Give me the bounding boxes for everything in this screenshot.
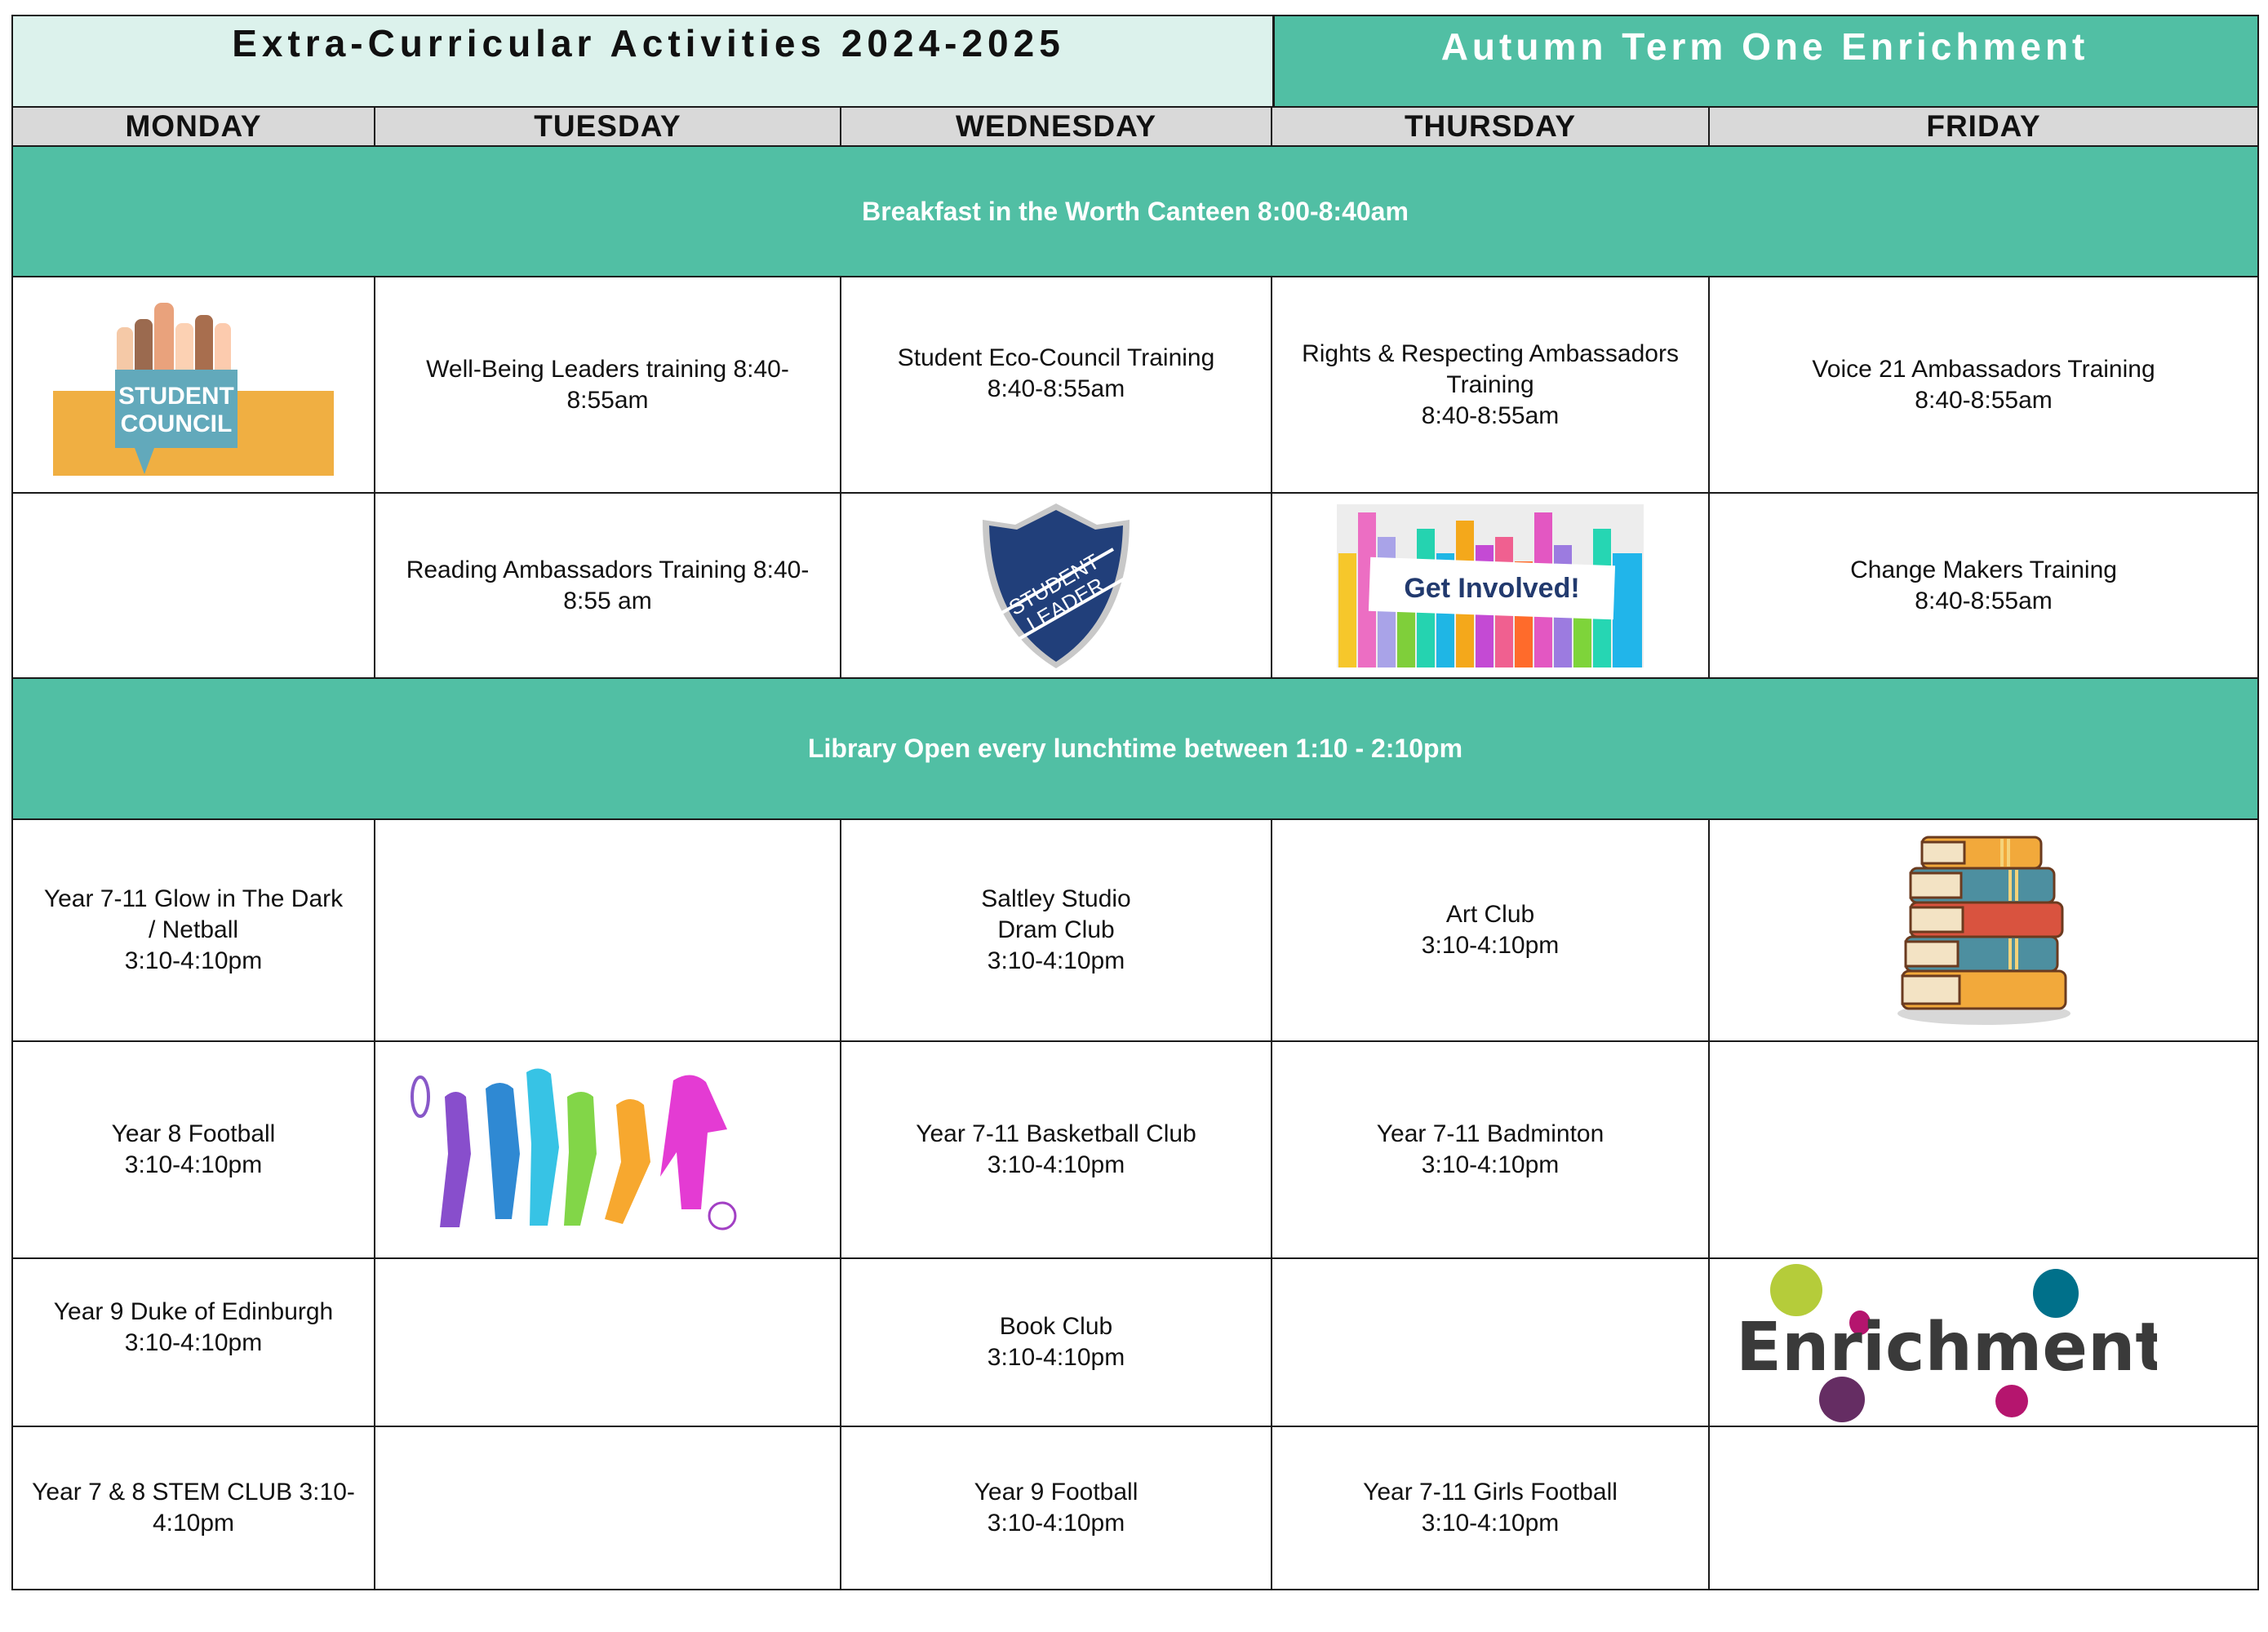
wednesday-afternoon-3: Book Club 3:10-4:10pm <box>839 1257 1273 1427</box>
thursday-afternoon-1: Art Club 3:10-4:10pm <box>1271 818 1711 1042</box>
activity-time: 3:10-4:10pm <box>124 1329 263 1356</box>
monday-afternoon-2: Year 8 Football 3:10-4:10pm <box>11 1040 375 1259</box>
activity-name: Well-Being Leaders training 8:40- <box>426 355 789 383</box>
student-council-logo-icon: STUDENT COUNCIL <box>53 302 334 476</box>
monday-morning-2 <box>11 492 375 679</box>
activity-time: 8:40-8:55am <box>1915 587 2053 614</box>
page-title-cell: Extra-Curricular Activities 2024-2025 <box>11 15 1272 108</box>
table-row: Year 8 Football 3:10-4:10pm Year 7-11 Ba… <box>11 1040 2260 1259</box>
wednesday-afternoon-4: Year 9 Football 3:10-4:10pm <box>839 1426 1273 1590</box>
activity-name: Year 7-11 Glow in The Dark <box>43 885 344 912</box>
wednesday-afternoon-2: Year 7-11 Basketball Club 3:10-4:10pm <box>839 1040 1273 1259</box>
term-title: Autumn Term One Enrichment <box>1440 25 2089 68</box>
tuesday-afternoon-1 <box>374 818 841 1042</box>
activity-name: Year 7-11 Badminton <box>1376 1120 1604 1147</box>
activity-time: 4:10pm <box>152 1510 235 1537</box>
monday-afternoon-4: Year 7 & 8 STEM CLUB 3:10- 4:10pm <box>11 1426 375 1590</box>
friday-afternoon-2 <box>1708 1040 2260 1259</box>
table-row: Year 7-11 Glow in The Dark / Netball 3:1… <box>11 818 2260 1042</box>
day-header-row: MONDAY TUESDAY WEDNESDAY THURSDAY FRIDAY <box>11 106 2260 147</box>
tuesday-afternoon-4 <box>374 1426 841 1590</box>
activity-time: 3:10-4:10pm <box>987 1151 1125 1178</box>
activity-name: Book Club <box>999 1313 1113 1340</box>
day-header-monday: MONDAY <box>11 106 375 147</box>
activity-name-cont: Training <box>1446 370 1534 398</box>
activity-time: 3:10-4:10pm <box>1421 1510 1560 1537</box>
title-spacer <box>1165 16 1276 106</box>
wednesday-morning-1: Student Eco-Council Training 8:40-8:55am <box>839 276 1273 494</box>
tuesday-morning-2: Reading Ambassadors Training 8:40- 8:55 … <box>374 492 841 679</box>
activity-name-cont: Dram Club <box>997 916 1115 943</box>
stack-of-books-icon <box>1897 836 2070 1025</box>
friday-morning-2: Change Makers Training 8:40-8:55am <box>1708 492 2260 679</box>
get-involved-hands-icon: Get Involved! <box>1337 503 1644 667</box>
monday-afternoon-1: Year 7-11 Glow in The Dark / Netball 3:1… <box>11 818 375 1042</box>
activity-time: 3:10-4:10pm <box>124 1151 263 1178</box>
tuesday-afternoon-2 <box>374 1040 841 1259</box>
activity-name: Year 9 Duke of Edinburgh <box>53 1298 334 1325</box>
activity-name-cont: / Netball <box>148 916 239 943</box>
activity-time: 3:10-4:10pm <box>1421 1151 1560 1178</box>
activity-time: 8:55 am <box>563 587 652 614</box>
activity-name: Voice 21 Ambassadors Training <box>1812 355 2155 383</box>
get-involved-text: Get Involved! <box>1404 573 1579 604</box>
day-header-thursday: THURSDAY <box>1271 106 1711 147</box>
friday-afternoon-4 <box>1708 1426 2260 1590</box>
activity-name: Reading Ambassadors Training 8:40- <box>406 556 810 583</box>
thursday-afternoon-4: Year 7-11 Girls Football 3:10-4:10pm <box>1271 1426 1711 1590</box>
activity-name: Student Eco-Council Training <box>897 344 1215 371</box>
activity-name: Year 7-11 Girls Football <box>1363 1479 1618 1506</box>
activity-name: Art Club <box>1445 901 1535 928</box>
activity-time: 8:40-8:55am <box>1421 401 1560 429</box>
activity-name: Change Makers Training <box>1850 556 2117 583</box>
lunch-library-band: Library Open every lunchtime between 1:1… <box>11 677 2260 820</box>
sports-silhouettes-icon <box>410 1068 736 1231</box>
table-row: Year 9 Duke of Edinburgh 3:10-4:10pm Boo… <box>11 1257 2260 1427</box>
friday-morning-1: Voice 21 Ambassadors Training 8:40-8:55a… <box>1708 276 2260 494</box>
activity-time: 8:40-8:55am <box>987 375 1125 402</box>
activity-name: Year 7 & 8 STEM CLUB 3:10- <box>32 1479 355 1506</box>
timetable-page: Extra-Curricular Activities 2024-2025 Au… <box>11 15 2260 1590</box>
thursday-morning-2: Get Involved! <box>1271 492 1711 679</box>
breakfast-band: Breakfast in the Worth Canteen 8:00-8:40… <box>11 145 2260 277</box>
day-header-tuesday: TUESDAY <box>374 106 841 147</box>
activity-name: Year 9 Football <box>974 1479 1138 1506</box>
activity-time: 3:10-4:10pm <box>987 1344 1125 1371</box>
activity-time: 3:10-4:10pm <box>124 947 263 974</box>
page-title: Extra-Curricular Activities 2024-2025 <box>232 22 1065 64</box>
activity-name: Rights & Respecting Ambassadors <box>1302 339 1679 367</box>
enrichment-logo-icon: Enrichment <box>1736 1264 2157 1422</box>
monday-morning-1: STUDENT COUNCIL <box>11 276 375 494</box>
day-header-wednesday: WEDNESDAY <box>839 106 1273 147</box>
tuesday-afternoon-3 <box>374 1257 841 1427</box>
student-council-line-2: COUNCIL <box>121 410 233 437</box>
student-council-line-1: STUDENT <box>118 383 234 410</box>
enrichment-text: Enrichment <box>1736 1309 2157 1386</box>
monday-afternoon-3: Year 9 Duke of Edinburgh 3:10-4:10pm <box>11 1257 375 1427</box>
day-header-friday: FRIDAY <box>1708 106 2260 147</box>
wednesday-morning-2: STUDENT LEADER <box>839 492 1273 679</box>
activity-time: 3:10-4:10pm <box>987 947 1125 974</box>
activity-time: 3:10-4:10pm <box>1421 932 1560 959</box>
activity-name: Saltley Studio <box>981 885 1131 912</box>
student-leader-badge-icon: STUDENT LEADER <box>983 503 1130 668</box>
activities-timetable: Extra-Curricular Activities 2024-2025 Au… <box>11 15 2260 1590</box>
friday-afternoon-3: Enrichment <box>1708 1257 2260 1427</box>
thursday-afternoon-2: Year 7-11 Badminton 3:10-4:10pm <box>1271 1040 1711 1259</box>
activity-time: 8:40-8:55am <box>1915 386 2053 414</box>
activity-time: 8:55am <box>566 386 649 414</box>
friday-afternoon-1 <box>1708 818 2260 1042</box>
wednesday-afternoon-1: Saltley Studio Dram Club 3:10-4:10pm <box>839 818 1273 1042</box>
activity-time: 3:10-4:10pm <box>987 1510 1125 1537</box>
tuesday-morning-1: Well-Being Leaders training 8:40- 8:55am <box>374 276 841 494</box>
thursday-afternoon-3 <box>1271 1257 1711 1427</box>
thursday-morning-1: Rights & Respecting Ambassadors Training… <box>1271 276 1711 494</box>
table-row: STUDENT COUNCIL Well-Being Leaders train… <box>11 276 2260 494</box>
table-row: Reading Ambassadors Training 8:40- 8:55 … <box>11 492 2260 679</box>
term-title-cell: Autumn Term One Enrichment <box>1165 15 2260 108</box>
activity-name: Year 7-11 Basketball Club <box>916 1120 1196 1147</box>
activity-name: Year 8 Football <box>111 1120 276 1147</box>
table-row: Year 7 & 8 STEM CLUB 3:10- 4:10pm Year 9… <box>11 1426 2260 1590</box>
